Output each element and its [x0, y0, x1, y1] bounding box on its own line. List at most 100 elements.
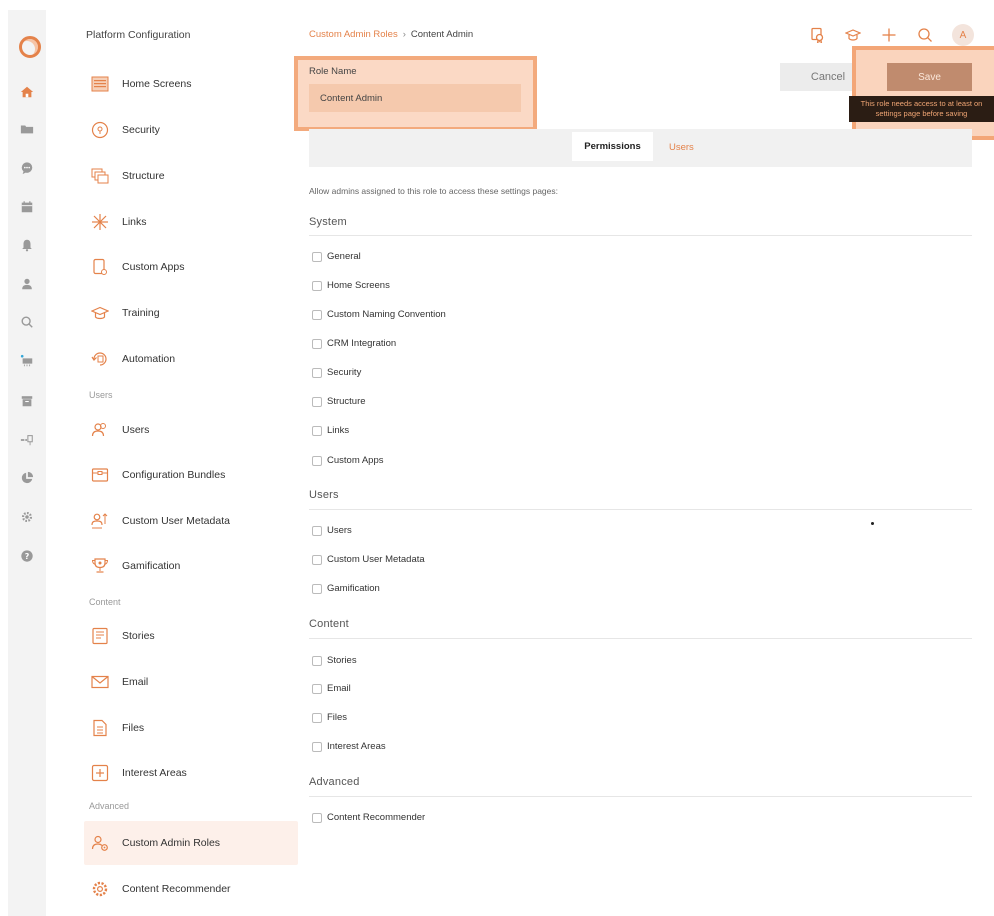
permission-users[interactable]: Users [312, 525, 352, 536]
certificate-icon[interactable] [808, 26, 826, 44]
users-icon [90, 420, 110, 440]
permission-interest-areas[interactable]: Interest Areas [312, 741, 386, 752]
graduation-cap-icon[interactable] [844, 26, 862, 44]
permission-general[interactable]: General [312, 251, 361, 262]
sidebar-item-training[interactable]: Training [84, 291, 298, 335]
search-icon[interactable] [8, 310, 46, 334]
checkbox[interactable] [312, 280, 322, 291]
permission-content-recommender[interactable]: Content Recommender [312, 812, 425, 823]
permission-crm-integration[interactable]: CRM Integration [312, 338, 396, 349]
analytics-board-icon[interactable] [8, 428, 46, 452]
permission-label: Files [327, 712, 348, 723]
checkbox[interactable] [312, 396, 322, 407]
permission-label: Email [327, 683, 351, 694]
person-icon[interactable] [8, 272, 46, 296]
checkbox[interactable] [312, 367, 322, 378]
help-icon[interactable]: ? [8, 544, 46, 568]
user-avatar[interactable]: A [952, 24, 974, 46]
permission-label: Security [327, 367, 362, 378]
sidebar-item-links[interactable]: Links [84, 200, 298, 244]
sidebar-item-custom-admin-roles[interactable]: Custom Admin Roles [84, 821, 298, 865]
checkbox[interactable] [312, 251, 322, 262]
group-divider [309, 509, 972, 510]
permission-home-screens[interactable]: Home Screens [312, 280, 390, 291]
plus-icon[interactable] [880, 26, 898, 44]
checkbox[interactable] [312, 525, 322, 536]
folder-icon[interactable] [8, 117, 46, 141]
sidebar-item-label: Custom Admin Roles [122, 837, 221, 849]
checkbox[interactable] [312, 712, 322, 723]
sidebar-item-email[interactable]: Email [84, 660, 298, 704]
sidebar-item-users[interactable]: Users [84, 408, 298, 452]
sidebar-item-label: Structure [122, 170, 165, 182]
pie-chart-icon[interactable] [8, 466, 46, 490]
sidebar-item-structure[interactable]: Structure [84, 154, 298, 198]
save-highlight [852, 46, 994, 140]
presentation-icon[interactable] [8, 349, 46, 373]
bell-icon[interactable] [8, 233, 46, 257]
sidebar-item-label: Custom User Metadata [122, 515, 230, 527]
files-icon [90, 718, 110, 738]
breadcrumb-separator: › [402, 29, 406, 40]
security-icon [90, 120, 110, 140]
sidebar-title: Platform Configuration [86, 29, 191, 41]
archive-icon[interactable] [8, 389, 46, 413]
checkbox[interactable] [312, 425, 322, 436]
permission-label: General [327, 251, 361, 262]
sidebar-item-home-screens[interactable]: Home Screens [84, 62, 298, 106]
checkbox[interactable] [312, 455, 322, 466]
role-name-input[interactable] [309, 84, 521, 112]
sidebar-item-stories[interactable]: Stories [84, 614, 298, 658]
permission-custom-user-metadata[interactable]: Custom User Metadata [312, 554, 425, 565]
permission-security[interactable]: Security [312, 367, 361, 378]
checkbox[interactable] [312, 583, 322, 594]
tab-permissions[interactable]: Permissions [572, 132, 653, 161]
permission-stories[interactable]: Stories [312, 655, 357, 666]
sidebar-item-custom-user-metadata[interactable]: Custom User Metadata [84, 499, 298, 543]
home-icon[interactable] [8, 80, 46, 104]
sidebar-item-files[interactable]: Files [84, 706, 298, 750]
sidebar-item-gamification[interactable]: Gamification [84, 544, 298, 588]
permission-links[interactable]: Links [312, 425, 349, 436]
sidebar-item-content-recommender[interactable]: Content Recommender [84, 867, 298, 911]
permission-gamification[interactable]: Gamification [312, 583, 380, 594]
permission-label: Interest Areas [327, 741, 386, 752]
permission-email[interactable]: Email [312, 683, 351, 694]
permission-files[interactable]: Files [312, 712, 347, 723]
search-icon[interactable] [916, 26, 934, 44]
checkbox[interactable] [312, 683, 322, 694]
chat-icon[interactable] [8, 156, 46, 180]
sidebar-item-automation[interactable]: Automation [84, 337, 298, 381]
automation-icon [90, 349, 110, 369]
breadcrumb-current: Content Admin [410, 29, 474, 40]
permission-custom-naming-convention[interactable]: Custom Naming Convention [312, 309, 446, 320]
settings-sidebar: Platform Configuration Home Screens Secu… [46, 0, 302, 916]
sidebar-item-custom-apps[interactable]: Custom Apps [84, 245, 298, 289]
sidebar-item-security[interactable]: Security [84, 108, 298, 152]
checkbox[interactable] [312, 554, 322, 565]
checkbox[interactable] [312, 655, 322, 666]
permission-label: Home Screens [327, 280, 390, 291]
sidebar-item-label: Training [122, 307, 160, 319]
checkbox[interactable] [312, 812, 322, 823]
group-divider [309, 638, 972, 639]
permission-structure[interactable]: Structure [312, 396, 366, 407]
checkbox[interactable] [312, 741, 322, 752]
group-title-content: Content [309, 618, 349, 630]
calendar-icon[interactable] [8, 195, 46, 219]
permission-label: Gamification [327, 583, 380, 594]
permission-label: Custom Naming Convention [327, 309, 446, 320]
breadcrumb-parent-link[interactable]: Custom Admin Roles [309, 29, 398, 40]
save-button[interactable]: Save [887, 63, 972, 91]
checkbox[interactable] [312, 309, 322, 320]
permission-custom-apps[interactable]: Custom Apps [312, 455, 384, 466]
checkbox[interactable] [312, 338, 322, 349]
sidebar-item-label: Gamification [122, 560, 181, 572]
tab-users[interactable]: Users [669, 142, 694, 153]
sidebar-item-label: Security [122, 124, 160, 136]
gear-icon[interactable] [8, 505, 46, 529]
custom-apps-icon [90, 257, 110, 277]
sidebar-item-configuration-bundles[interactable]: Configuration Bundles [84, 453, 298, 497]
cursor-dot [871, 522, 874, 525]
sidebar-item-interest-areas[interactable]: Interest Areas [84, 751, 298, 795]
